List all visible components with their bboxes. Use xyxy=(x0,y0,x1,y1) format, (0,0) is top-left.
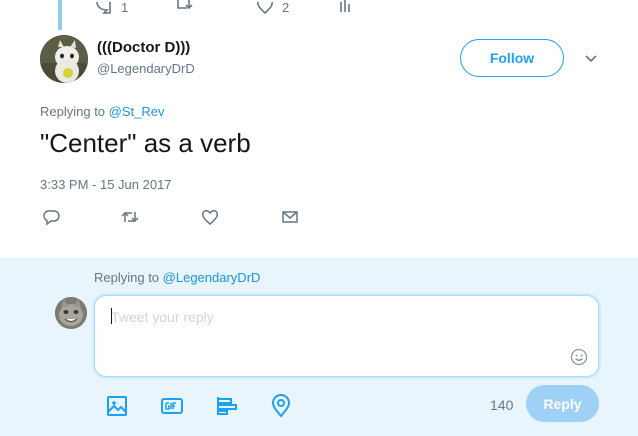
prev-retweet-action[interactable] xyxy=(175,0,195,12)
reply-icon xyxy=(96,1,111,14)
composer-replying-to-line: Replying to @LegendaryDrD xyxy=(94,270,260,285)
like-icon xyxy=(257,1,273,14)
image-icon xyxy=(107,396,127,416)
retweet-icon xyxy=(177,0,193,10)
reply-icon xyxy=(43,210,60,226)
avatar-image xyxy=(55,297,87,329)
chevron-down-icon xyxy=(585,55,597,63)
retweet-icon xyxy=(121,211,139,223)
prev-reply-count: 1 xyxy=(121,0,129,15)
current-user-avatar xyxy=(55,297,87,329)
direct-message-icon xyxy=(282,211,298,223)
emoji-button[interactable] xyxy=(570,348,588,366)
like-icon xyxy=(202,210,218,225)
author-display-name[interactable]: (((Doctor D))) xyxy=(97,39,190,56)
tweet-timestamp[interactable]: 3:33 PM - 15 Jun 2017 xyxy=(40,177,172,192)
thread-connector-line xyxy=(58,0,62,30)
reply-textbox[interactable] xyxy=(94,295,599,377)
add-location-button[interactable] xyxy=(269,394,293,418)
retweet-action[interactable] xyxy=(120,207,140,227)
location-icon xyxy=(271,394,291,418)
add-poll-button[interactable] xyxy=(215,394,239,418)
gif-icon xyxy=(161,398,183,414)
tweet-text: "Center" as a verb xyxy=(40,128,251,158)
analytics-icon xyxy=(340,0,350,12)
replying-to-handle[interactable]: @St_Rev xyxy=(109,104,165,119)
avatar-image xyxy=(40,35,88,83)
prev-analytics-action[interactable] xyxy=(338,0,352,12)
reply-submit-button[interactable]: Reply xyxy=(526,385,599,422)
poll-icon xyxy=(217,397,237,415)
direct-message-action[interactable] xyxy=(280,207,300,227)
prev-reply-action[interactable]: 1 xyxy=(95,0,128,15)
author-handle[interactable]: @LegendaryDrD xyxy=(97,61,195,76)
follow-button[interactable]: Follow xyxy=(460,39,564,77)
reply-input[interactable] xyxy=(111,306,551,328)
reply-action[interactable] xyxy=(42,207,62,227)
replying-prefix: Replying to xyxy=(40,104,106,119)
add-media-button[interactable] xyxy=(105,394,129,418)
prev-like-action[interactable]: 2 xyxy=(256,0,289,15)
add-gif-button[interactable] xyxy=(160,394,184,418)
text-caret xyxy=(111,308,112,324)
prev-like-count: 2 xyxy=(282,0,290,15)
composer-replying-to-handle[interactable]: @LegendaryDrD xyxy=(163,270,261,285)
author-avatar[interactable] xyxy=(40,35,88,83)
tweet-menu-caret[interactable] xyxy=(583,50,599,66)
replying-to-line: Replying to @St_Rev xyxy=(40,104,165,119)
character-counter: 140 xyxy=(490,397,514,413)
composer-replying-prefix: Replying to xyxy=(94,270,160,285)
like-action[interactable] xyxy=(200,207,220,227)
emoji-icon xyxy=(570,348,588,366)
